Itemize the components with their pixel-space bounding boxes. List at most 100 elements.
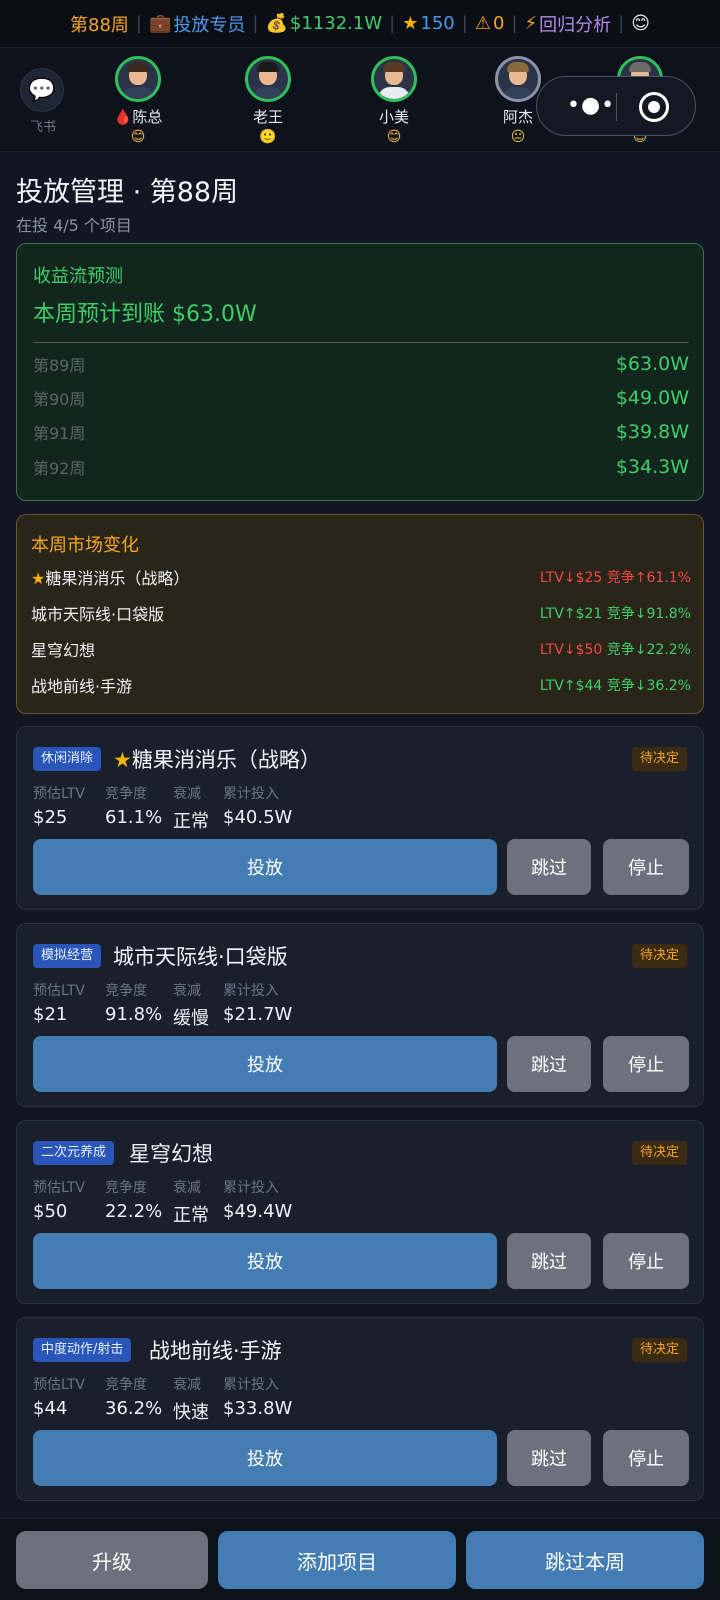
- lightning-icon: ⚡: [524, 13, 538, 34]
- star-icon: ★: [113, 748, 132, 772]
- analysis-link[interactable]: 回归分析: [539, 11, 611, 37]
- skip-button[interactable]: 跳过: [507, 1233, 591, 1289]
- project-card: 模拟经营 城市天际线·口袋版 待决定 预估LTV 竞争度 衰减 累计投入 $21…: [16, 923, 704, 1107]
- market-project-name: 城市天际线·口袋版: [31, 605, 165, 624]
- money-balance: $1132.1W: [289, 13, 383, 34]
- upgrade-button[interactable]: 升级: [16, 1531, 208, 1589]
- stop-button[interactable]: 停止: [603, 1036, 689, 1092]
- market-project-name: 战地前线·手游: [31, 677, 133, 696]
- stop-button[interactable]: 停止: [603, 1233, 689, 1289]
- member-name: 老王: [252, 108, 283, 126]
- stop-button[interactable]: 停止: [603, 1430, 689, 1486]
- ltv-change: LTV↓$25: [539, 570, 603, 586]
- skip-week-button[interactable]: 跳过本周: [466, 1531, 704, 1589]
- decay-label: 衰减: [173, 983, 201, 999]
- competition-label: 竞争度: [105, 1180, 147, 1196]
- competition-value: 22.2%: [105, 1201, 163, 1222]
- competition-label: 竞争度: [105, 983, 147, 999]
- separator: |: [511, 13, 518, 34]
- ltv-label: 预估LTV: [33, 983, 86, 999]
- forecast-row: 第89周 $63.0W: [33, 352, 689, 376]
- market-project-name: ★糖果消消乐（战略）: [31, 569, 190, 588]
- competition-value: 61.1%: [105, 807, 163, 828]
- forecast-row: 第91周 $39.8W: [33, 420, 689, 444]
- project-card: 二次元养成 星穹幻想 待决定 预估LTV 竞争度 衰减 累计投入 $50 22.…: [16, 1120, 704, 1304]
- mood-emoji: 😊: [386, 129, 402, 145]
- ltv-label: 预估LTV: [33, 1180, 86, 1196]
- decay-value: 缓慢: [173, 1008, 209, 1029]
- decay-label: 衰减: [173, 1180, 201, 1196]
- miniprogram-capsule: •●•: [536, 76, 696, 136]
- stop-button[interactable]: 停止: [603, 839, 689, 895]
- skip-button[interactable]: 跳过: [507, 1036, 591, 1092]
- genre-tag: 休闲消除: [33, 747, 102, 771]
- feishu-label: 飞书: [29, 120, 56, 135]
- competition-value: 91.8%: [105, 1004, 163, 1025]
- skip-button[interactable]: 跳过: [507, 839, 591, 895]
- ltv-value: $25: [33, 807, 68, 828]
- more-icon[interactable]: •●•: [567, 95, 615, 117]
- invest-button[interactable]: 投放: [33, 839, 497, 895]
- market-change: LTV↓$25 竞争↑61.1%: [540, 567, 691, 587]
- star-icon: ★: [402, 13, 419, 34]
- close-target-icon[interactable]: [639, 92, 669, 122]
- mood-emoji: 🙂: [259, 129, 277, 145]
- forecast-title: 收益流预测: [33, 266, 123, 287]
- avatar: [245, 56, 291, 102]
- capsule-divider: [616, 93, 617, 121]
- forecast-headline: 本周预计到账 $63.0W: [33, 302, 257, 327]
- status-badge: 待决定: [631, 747, 687, 771]
- market-change: LTV↑$44 竞争↓36.2%: [540, 675, 691, 695]
- competition-value: 36.2%: [105, 1398, 163, 1419]
- forecast-value: $49.0W: [615, 387, 689, 409]
- team-member[interactable]: 小美 😊: [354, 56, 434, 145]
- market-change: LTV↓$50 竞争↓22.2%: [540, 639, 691, 659]
- status-badge: 待决定: [631, 1141, 687, 1165]
- forecast-week: 第92周: [33, 459, 86, 478]
- competition-change: 竞争↓36.2%: [606, 678, 691, 694]
- separator: |: [252, 13, 259, 34]
- skip-button[interactable]: 跳过: [507, 1430, 591, 1486]
- genre-tag: 模拟经营: [33, 944, 102, 968]
- competition-change: 竞争↑61.1%: [606, 570, 691, 586]
- competition-label: 竞争度: [105, 1377, 147, 1393]
- ltv-value: $44: [33, 1398, 68, 1419]
- invested-label: 累计投入: [223, 1180, 279, 1196]
- page-subtitle: 在投 4/5 个项目: [16, 216, 132, 235]
- invest-button[interactable]: 投放: [33, 1036, 497, 1092]
- decay-value: 正常: [173, 811, 209, 832]
- status-badge: 待决定: [631, 944, 687, 968]
- decay-label: 衰减: [173, 1377, 201, 1393]
- decay-value: 正常: [173, 1205, 209, 1226]
- ltv-change: LTV↑$44: [539, 678, 603, 694]
- competition-label: 竞争度: [105, 786, 147, 802]
- avatar: [371, 56, 417, 102]
- genre-tag: 中度动作/射击: [33, 1338, 132, 1362]
- invest-button[interactable]: 投放: [33, 1430, 497, 1486]
- mood-emoji: 😊: [130, 129, 146, 145]
- project-name: ★糖果消消乐（战略）: [113, 748, 321, 772]
- separator: |: [461, 13, 468, 34]
- revenue-forecast-panel: 收益流预测 本周预计到账 $63.0W 第89周 $63.0W 第90周 $49…: [16, 243, 704, 501]
- mood-emoji: 😐: [510, 129, 526, 145]
- market-changes-panel: 本周市场变化 ★糖果消消乐（战略） LTV↓$25 竞争↑61.1% 城市天际线…: [16, 514, 704, 714]
- add-project-button[interactable]: 添加项目: [218, 1531, 456, 1589]
- member-name: 🩸陈总: [113, 108, 163, 126]
- team-member[interactable]: 老王 🙂: [228, 56, 308, 145]
- competition-change: 竞争↓22.2%: [606, 642, 691, 658]
- star-count: 150: [420, 13, 455, 34]
- role-label: 投放专员: [173, 14, 246, 36]
- project-name: 星穹幻想: [129, 1142, 213, 1166]
- market-title: 本周市场变化: [31, 535, 139, 556]
- avatar: [115, 56, 161, 102]
- feishu-button[interactable]: 💬 飞书: [20, 68, 66, 135]
- forecast-value: $63.0W: [615, 353, 689, 375]
- team-member[interactable]: 🩸陈总 😊: [98, 56, 178, 145]
- ltv-change: LTV↓$50: [539, 642, 603, 658]
- forecast-week: 第90周: [33, 390, 86, 409]
- separator: |: [389, 13, 396, 34]
- ltv-label: 预估LTV: [33, 1377, 86, 1393]
- forecast-row: 第92周 $34.3W: [33, 455, 689, 479]
- invest-button[interactable]: 投放: [33, 1233, 497, 1289]
- competition-change: 竞争↓91.8%: [606, 606, 691, 622]
